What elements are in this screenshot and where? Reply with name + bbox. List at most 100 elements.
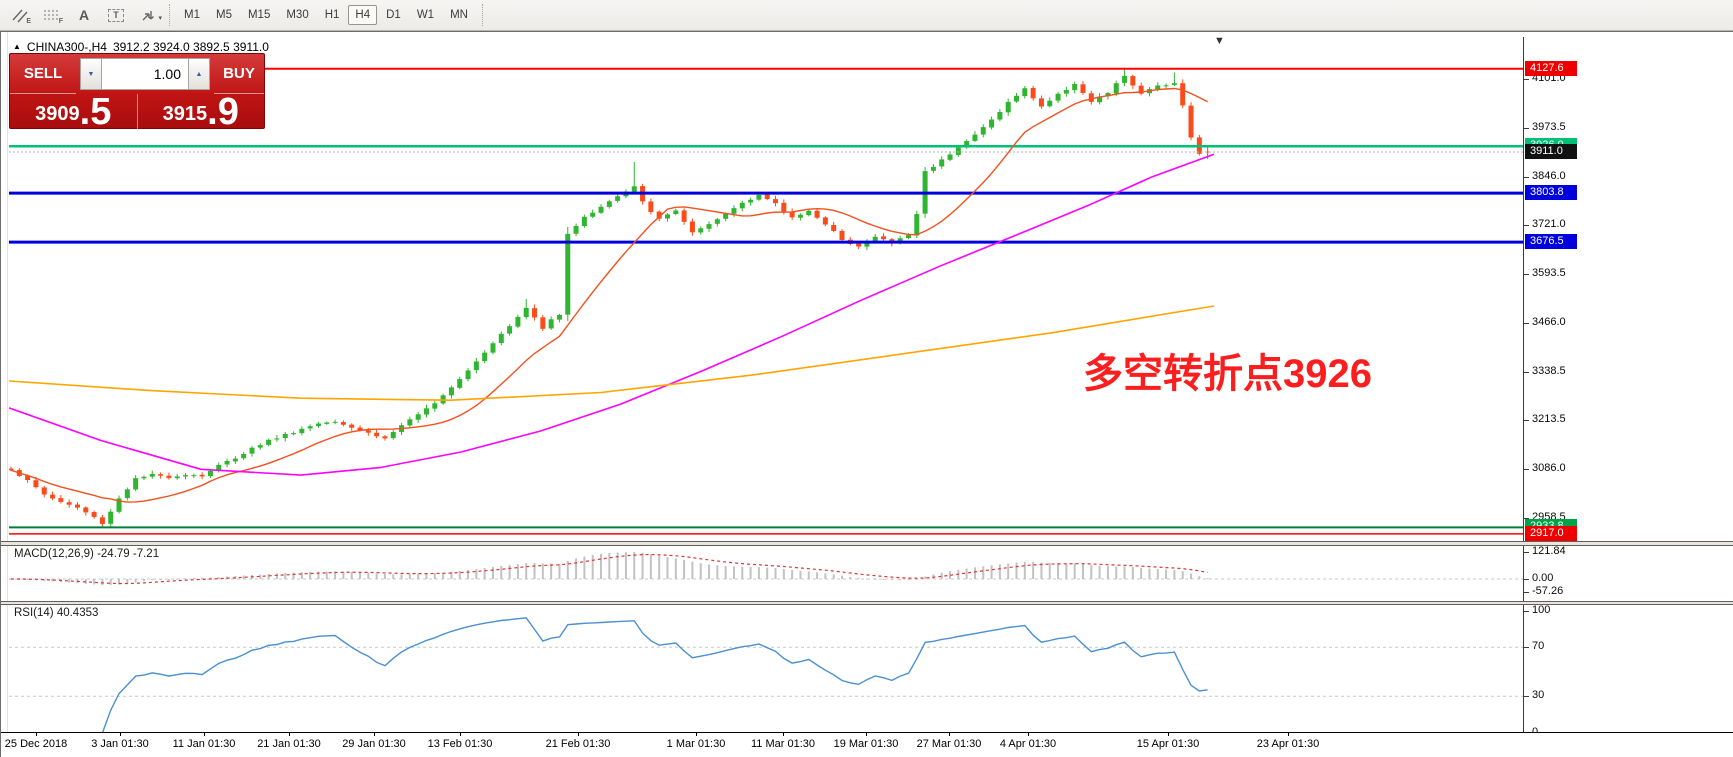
axis-tick-mark <box>1524 420 1529 421</box>
timeframe-group: M1M5M15M30H1H4D1W1MN <box>177 5 475 25</box>
time-tick-mark <box>289 733 290 736</box>
time-tick-mark <box>866 733 867 736</box>
mt4-terminal: E F A T ▾ M1M5M15M30H1H4D1W1MN ▲ CHINA300-,H… <box>0 0 1733 757</box>
chart-header: ▲ CHINA300-,H4 3912.2 3924.0 3892.5 3911… <box>13 40 269 54</box>
price-tick-label: 3338.5 <box>1532 365 1566 377</box>
time-tick-label: 25 Dec 2018 <box>5 738 67 750</box>
chart-window: ▲ CHINA300-,H4 3912.2 3924.0 3892.5 3911… <box>0 31 1733 757</box>
time-tick-label: 21 Jan 01:30 <box>257 738 321 750</box>
timeframe-button-m15[interactable]: M15 <box>241 5 277 25</box>
sell-price[interactable]: 3909.5 <box>10 94 138 130</box>
macd-canvas[interactable] <box>9 546 1523 601</box>
time-tick-mark <box>1168 733 1169 736</box>
time-tick-mark <box>949 733 950 736</box>
text-tool[interactable]: A <box>70 3 98 27</box>
pane-splitter[interactable] <box>1 601 1733 605</box>
price-axis[interactable]: 4101.03973.53846.03721.03593.53466.03338… <box>1523 37 1733 732</box>
rsi-label: RSI(14) 40.4353 <box>14 607 98 619</box>
symbol-marker-icon: ▲ <box>13 42 21 51</box>
macd-tick-label: 121.84 <box>1532 545 1566 557</box>
macd-tick-label: 0.00 <box>1532 572 1553 584</box>
axis-tick-mark <box>1524 128 1529 129</box>
timeframe-button-m30[interactable]: M30 <box>279 5 315 25</box>
price-tick-label: 3973.5 <box>1532 121 1566 133</box>
time-tick-mark <box>374 733 375 736</box>
time-tick-mark <box>1288 733 1289 736</box>
toolbar-separator <box>169 4 170 26</box>
time-tick-label: 29 Jan 01:30 <box>342 738 406 750</box>
price-badge: 3803.8 <box>1525 185 1577 200</box>
timeframe-button-d1[interactable]: D1 <box>379 5 408 25</box>
text-tool-glyph: A <box>79 7 89 23</box>
sell-price-main: 3909 <box>35 104 80 127</box>
rsi-tick-label: 100 <box>1532 604 1550 616</box>
timeframe-button-mn[interactable]: MN <box>443 5 475 25</box>
time-axis[interactable]: 25 Dec 20183 Jan 01:3011 Jan 01:3021 Jan… <box>1 732 1733 757</box>
time-tick-mark <box>120 733 121 736</box>
dropdown-caret-icon: ▾ <box>158 14 162 22</box>
timeframe-button-w1[interactable]: W1 <box>410 5 441 25</box>
rsi-tick-label: 70 <box>1532 640 1544 652</box>
toolbar: E F A T ▾ M1M5M15M30H1H4D1W1MN <box>0 0 1733 31</box>
chart-annotation: 多空转折点3926 <box>1083 341 1372 399</box>
buy-button[interactable]: BUY <box>214 54 264 94</box>
time-tick-mark <box>783 733 784 736</box>
drawing-tools-group: E F A T ▾ <box>0 3 162 27</box>
axis-tick-mark <box>1524 79 1529 80</box>
timeframe-button-h1[interactable]: H1 <box>318 5 347 25</box>
pane-splitter[interactable] <box>1 541 1733 546</box>
price-badge: 3676.5 <box>1525 234 1577 249</box>
timeframe-button-m1[interactable]: M1 <box>177 5 207 25</box>
sell-button[interactable]: SELL <box>10 54 76 94</box>
chart-shift-marker-icon[interactable]: ▼ <box>1214 35 1225 47</box>
timeframe-button-m5[interactable]: M5 <box>209 5 239 25</box>
price-badge: 3911.0 <box>1525 144 1577 159</box>
fibonacci-tool[interactable]: F <box>38 3 66 27</box>
axis-tick-mark <box>1524 372 1529 373</box>
axis-tick-mark <box>1524 696 1529 697</box>
time-tick-label: 3 Jan 01:30 <box>91 738 149 750</box>
time-tick-label: 4 Apr 01:30 <box>1000 738 1056 750</box>
axis-tick-mark <box>1524 469 1529 470</box>
axis-tick-mark <box>1524 323 1529 324</box>
rsi-canvas[interactable] <box>9 605 1523 732</box>
equidistant-channel-tool[interactable]: E <box>6 3 34 27</box>
macd-label: MACD(12,26,9) -24.79 -7.21 <box>14 548 159 560</box>
time-tick-mark <box>36 733 37 736</box>
text-label-glyph: T <box>108 9 124 22</box>
toolbar-separator <box>482 4 483 26</box>
axis-tick-mark <box>1524 274 1529 275</box>
axis-tick-mark <box>1524 647 1529 648</box>
time-tick-mark <box>696 733 697 736</box>
one-click-trade-panel: SELL ▼ 1.00 ▲ BUY 3909.5 3915.9 <box>9 53 265 129</box>
axis-tick-mark <box>1524 225 1529 226</box>
time-tick-label: 1 Mar 01:30 <box>667 738 726 750</box>
price-tick-label: 3593.5 <box>1532 267 1566 279</box>
buy-price-fraction: .9 <box>207 97 239 127</box>
sell-price-fraction: .5 <box>80 97 112 127</box>
ohlc-values: 3912.2 3924.0 3892.5 3911.0 <box>113 40 269 54</box>
volume-input[interactable]: 1.00 <box>102 58 188 90</box>
time-tick-label: 11 Mar 01:30 <box>751 738 815 750</box>
time-tick-label: 15 Apr 01:30 <box>1137 738 1199 750</box>
price-tick-label: 3086.0 <box>1532 462 1566 474</box>
text-label-tool[interactable]: T <box>102 3 130 27</box>
time-tick-label: 27 Mar 01:30 <box>917 738 982 750</box>
tool-letter: F <box>59 18 63 25</box>
axis-tick-mark <box>1524 592 1529 593</box>
volume-decrease-button[interactable]: ▼ <box>80 58 102 90</box>
axis-tick-mark <box>1524 177 1529 178</box>
price-badge: 2917.0 <box>1525 526 1577 541</box>
arrows-tool[interactable]: ▾ <box>134 3 162 27</box>
time-tick-mark <box>578 733 579 736</box>
time-tick-label: 23 Apr 01:30 <box>1257 738 1319 750</box>
volume-increase-button[interactable]: ▲ <box>188 58 210 90</box>
timeframe-button-h4[interactable]: H4 <box>348 5 377 25</box>
axis-tick-mark <box>1524 611 1529 612</box>
time-tick-label: 19 Mar 01:30 <box>834 738 899 750</box>
time-tick-label: 13 Feb 01:30 <box>428 738 493 750</box>
buy-price[interactable]: 3915.9 <box>138 94 265 130</box>
buy-price-main: 3915 <box>163 104 208 127</box>
price-badge: 4127.6 <box>1525 61 1577 76</box>
time-tick-label: 21 Feb 01:30 <box>546 738 611 750</box>
